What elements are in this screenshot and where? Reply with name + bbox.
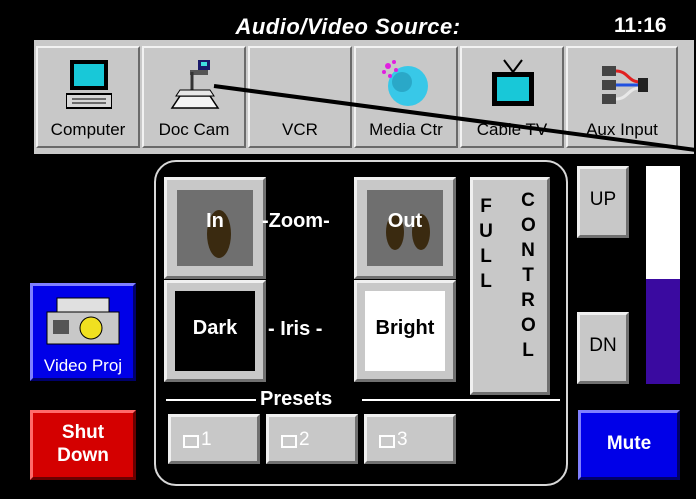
preset-icon [379,435,395,448]
full-control-button[interactable]: F U L L C O N T R O L [470,177,550,395]
preset-1-label: 1 [201,429,212,450]
iris-label: - Iris - [268,318,323,340]
video-projector-label: Video Proj [43,356,123,375]
preset-2-button[interactable]: 2 [266,414,358,464]
preset-1-button[interactable]: 1 [168,414,260,464]
preset-icon [183,435,199,448]
preset-3-button[interactable]: 3 [364,414,456,464]
zoom-out-label: Out [387,210,423,232]
divider [362,399,560,401]
zoom-label: -Zoom- [262,210,330,232]
preset-2-label: 2 [299,429,310,450]
iris-bright-label: Bright [375,317,435,339]
volume-level-fill [646,279,680,384]
shutdown-label-line1: Shut [61,422,105,443]
shutdown-button[interactable]: Shut Down [30,410,136,480]
presets-label: Presets [260,388,333,410]
preset-3-label: 3 [397,429,408,450]
zoom-out-button[interactable]: Out [354,177,456,279]
zoom-in-label: In [206,210,224,232]
volume-down-button[interactable]: DN [577,312,629,384]
preset-icon [281,435,297,448]
iris-dark-button[interactable]: Dark [164,280,266,382]
mute-button[interactable]: Mute [578,410,680,480]
full-control-col2: C O N T R O L [521,190,536,361]
zoom-in-button[interactable]: In [164,177,266,279]
iris-bright-button[interactable]: Bright [354,280,456,382]
divider [166,399,256,401]
iris-dark-label: Dark [192,317,238,339]
video-projector-button[interactable]: Video Proj [30,283,136,381]
shutdown-label-line2: Down [57,445,109,466]
volume-level-meter [646,166,680,384]
projector-icon [46,297,120,345]
full-control-col1: F U L L [479,196,493,292]
volume-up-button[interactable]: UP [577,166,629,238]
